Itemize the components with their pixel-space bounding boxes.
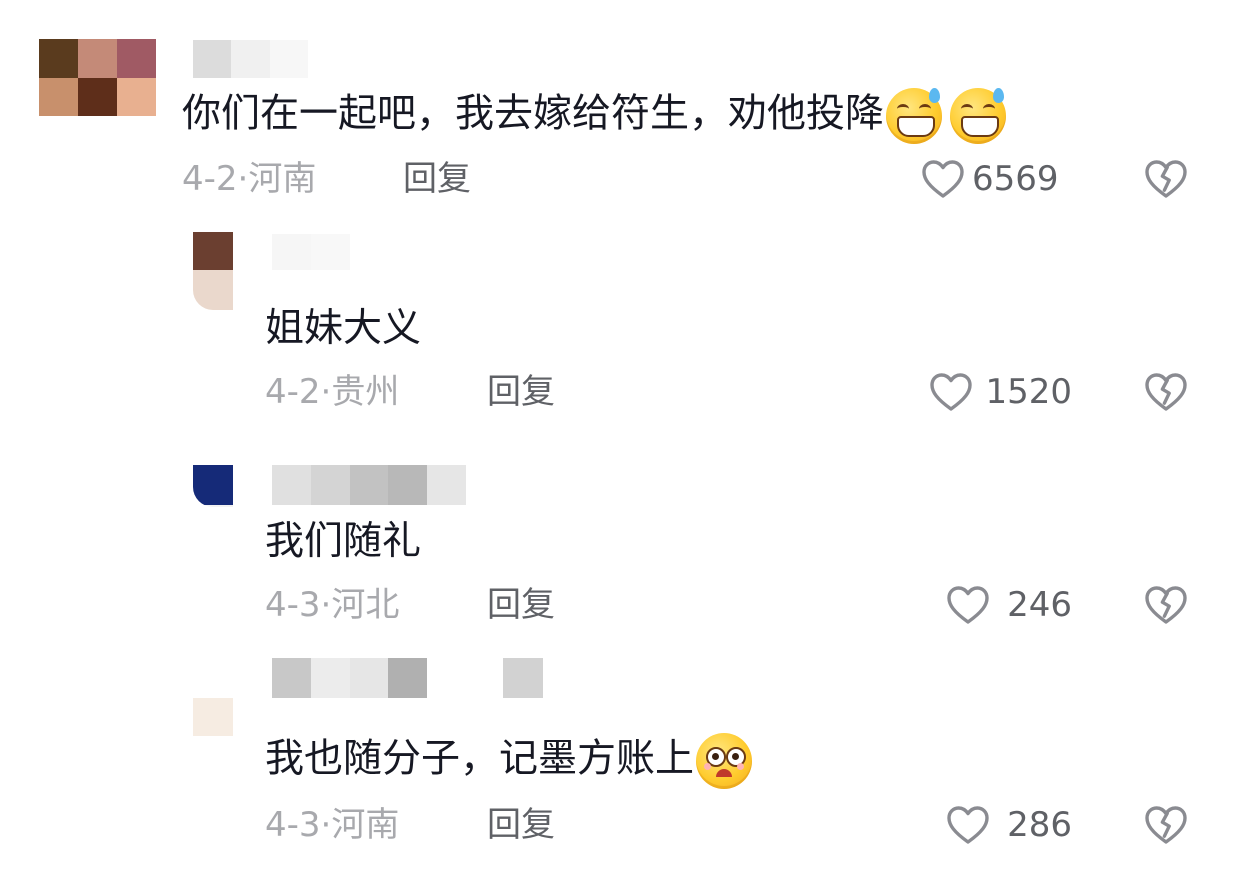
broken-heart-icon — [1145, 160, 1187, 198]
reply-item: 我们随礼 4-3·河北 回复 246 — [0, 440, 1242, 645]
username[interactable] — [272, 658, 427, 698]
username[interactable] — [193, 40, 308, 78]
reply-button[interactable]: 回复 — [487, 372, 555, 412]
grinning-sweat-emoji — [950, 88, 1007, 144]
grinning-sweat-emoji — [886, 88, 943, 144]
like-button[interactable] — [927, 368, 975, 420]
reply-button[interactable]: 回复 — [487, 585, 555, 625]
comment-text: 我也随分子，记墨方账上 — [265, 733, 753, 789]
like-count: 6569 — [972, 159, 1059, 199]
comment-date: 4-2 — [182, 159, 238, 199]
comment-date: 4-3 — [265, 585, 321, 625]
comment-text: 你们在一起吧，我去嫁给符生，劝他投降 — [182, 88, 1007, 144]
comment-meta: 4-2·贵州 — [265, 372, 400, 412]
reply-button[interactable]: 回复 — [487, 805, 555, 845]
broken-heart-icon — [1145, 806, 1187, 844]
comment-location: 河北 — [331, 585, 400, 625]
dislike-button[interactable] — [1142, 801, 1190, 853]
dislike-button[interactable] — [1142, 368, 1190, 420]
heart-outline-icon — [922, 160, 964, 198]
broken-heart-icon — [1145, 373, 1187, 411]
comment-location: 贵州 — [331, 372, 400, 412]
dislike-button[interactable] — [1142, 581, 1190, 633]
comment-meta: 4-3·河南 — [265, 805, 400, 845]
like-count: 246 — [1007, 585, 1072, 625]
like-count: 1520 — [985, 372, 1072, 412]
pleading-face-emoji — [696, 733, 753, 789]
comment-date: 4-2 — [265, 372, 321, 412]
comment-text: 我们随礼 — [265, 519, 422, 564]
comment-meta: 4-3·河北 — [265, 585, 400, 625]
username-badge — [503, 658, 543, 698]
comment-date: 4-3 — [265, 805, 321, 845]
reply-item: 姐妹大义 4-2·贵州 回复 1520 — [0, 220, 1242, 430]
reply-button[interactable]: 回复 — [403, 159, 471, 199]
like-count: 286 — [1007, 805, 1072, 845]
heart-outline-icon — [930, 373, 972, 411]
comment-text: 姐妹大义 — [265, 306, 422, 351]
avatar[interactable] — [193, 465, 233, 507]
like-button[interactable] — [919, 155, 967, 207]
comment-location: 河南 — [331, 805, 400, 845]
broken-heart-icon — [1145, 586, 1187, 624]
dislike-button[interactable] — [1142, 155, 1190, 207]
username[interactable] — [272, 234, 350, 270]
avatar[interactable] — [39, 39, 156, 116]
avatar[interactable] — [193, 232, 233, 310]
avatar[interactable] — [193, 698, 233, 736]
username[interactable] — [272, 465, 466, 505]
comment-meta: 4-2·河南 — [182, 159, 317, 199]
comment-location: 河南 — [248, 159, 317, 199]
comment-item: 你们在一起吧，我去嫁给符生，劝他投降 4-2·河南 回复 6569 — [0, 0, 1242, 215]
reply-item: 我也随分子，记墨方账上 4-3·河南 回复 286 — [0, 650, 1242, 871]
